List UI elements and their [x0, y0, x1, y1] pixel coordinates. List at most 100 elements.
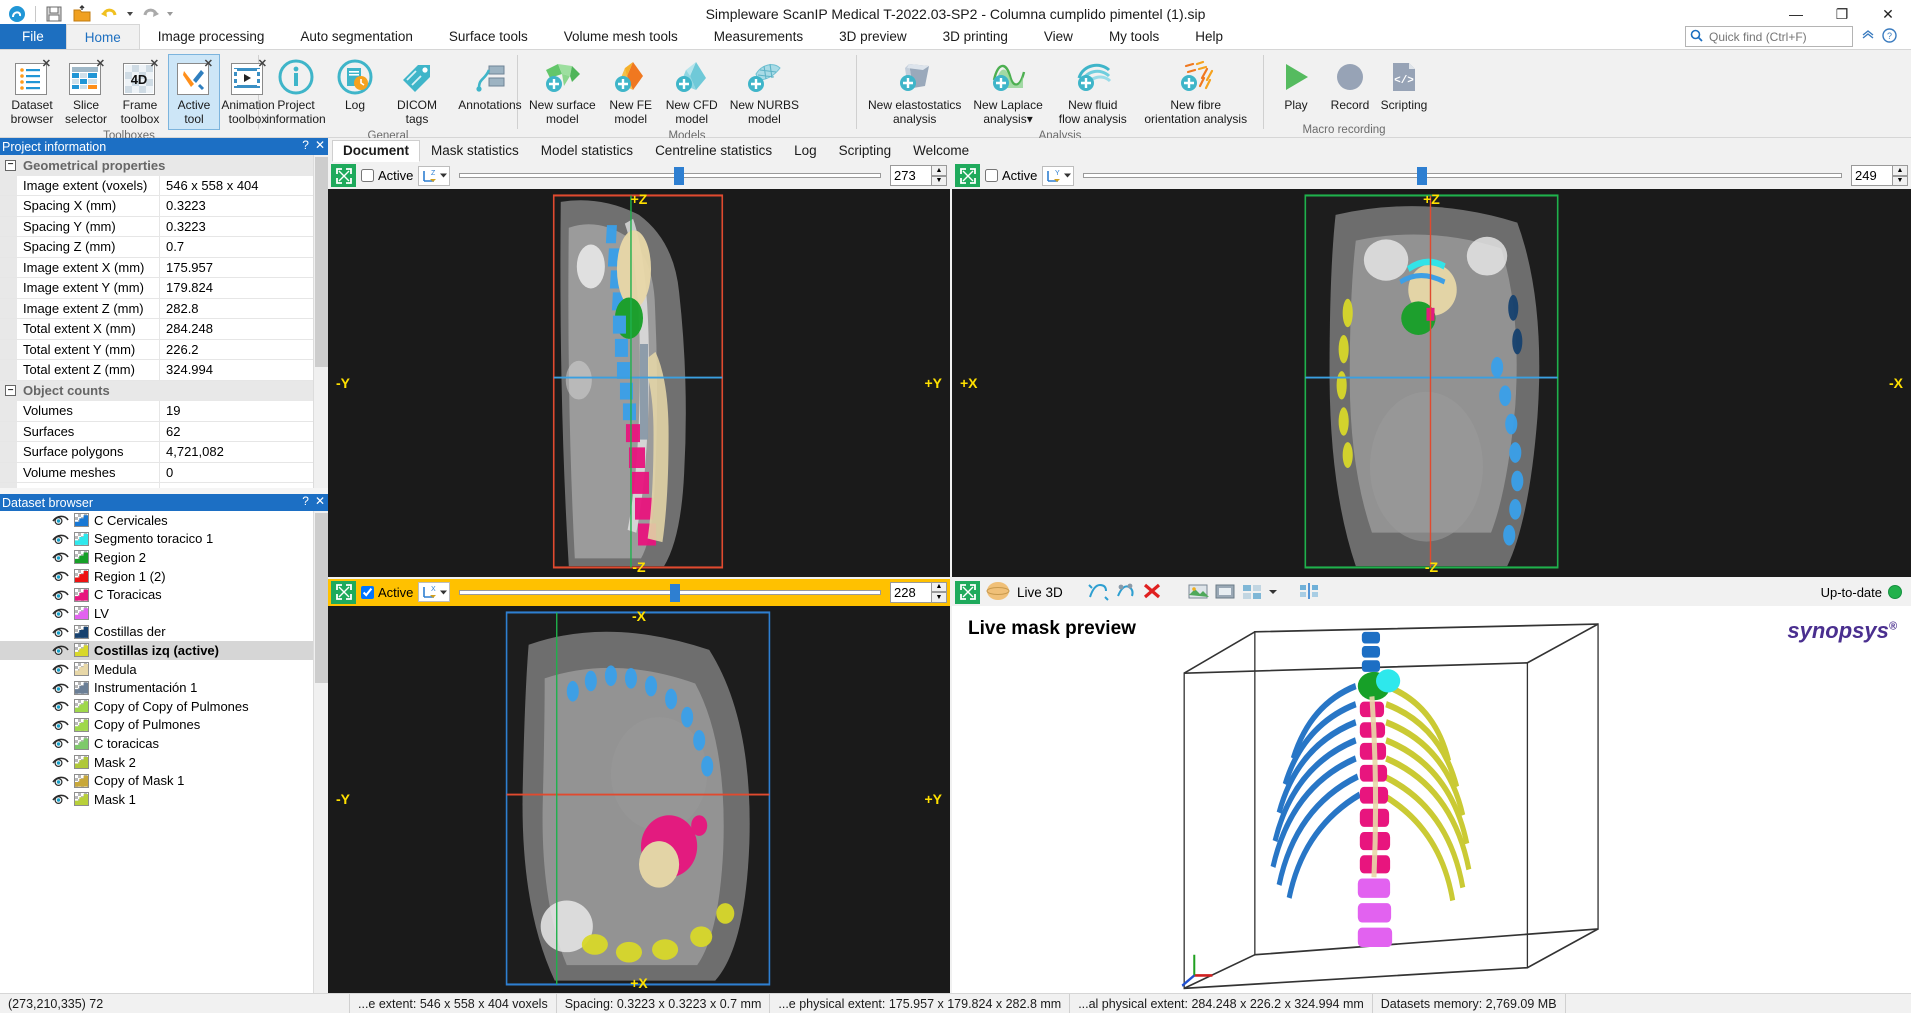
visibility-eye-icon[interactable] — [52, 756, 69, 768]
visibility-eye-icon[interactable] — [52, 682, 69, 694]
align-icon[interactable] — [1298, 581, 1320, 604]
record-button[interactable]: Record — [1324, 54, 1376, 116]
mask-color-swatch[interactable] — [74, 643, 89, 658]
close-icon[interactable]: ✕ — [96, 59, 105, 70]
spinner-down[interactable]: ▼ — [1893, 175, 1908, 186]
list-item[interactable]: C toracicas — [0, 734, 328, 753]
mask-color-swatch[interactable] — [74, 773, 89, 788]
sagittal-viewport[interactable]: Active X ▲ ▼ — [328, 578, 950, 993]
panel-help-button[interactable]: ? — [302, 494, 309, 508]
project-information-scrollbar[interactable] — [313, 155, 328, 488]
ribbon-tab-3d-printing[interactable]: 3D printing — [925, 24, 1026, 49]
visibility-eye-icon[interactable] — [52, 589, 69, 601]
tab-document[interactable]: Document — [332, 140, 421, 162]
dataset-browser-list[interactable]: C Cervicales Segmento toracico 1 Region 2 R… — [0, 511, 328, 993]
close-icon[interactable]: ✕ — [150, 59, 159, 70]
axial-slice-slider[interactable] — [1083, 167, 1842, 185]
mask-color-swatch[interactable] — [74, 513, 89, 528]
list-item[interactable]: Medula — [0, 660, 328, 679]
row-value[interactable]: 62 — [160, 422, 328, 442]
new-fe-model-button[interactable]: New FE model — [603, 54, 659, 130]
app-logo-icon[interactable] — [4, 2, 30, 26]
redo-dropdown-icon[interactable] — [165, 2, 175, 26]
visibility-eye-icon[interactable] — [52, 626, 69, 638]
ribbon-tab-measurements[interactable]: Measurements — [696, 24, 821, 49]
clear-preview-icon[interactable] — [1141, 581, 1163, 604]
spinner-up[interactable]: ▲ — [932, 165, 947, 176]
row-value[interactable]: 546 x 558 x 404 — [160, 176, 328, 196]
annotations-button[interactable]: Annotations — [453, 54, 527, 116]
new-elastostatics-analysis-button[interactable]: New elastostatics analysis — [863, 54, 966, 130]
group-geometrical-properties[interactable]: − Geometrical properties — [0, 155, 328, 176]
mask-color-swatch[interactable] — [74, 569, 89, 584]
axial-canvas[interactable]: +Z -Z +X -X — [952, 189, 1911, 577]
list-item[interactable]: C Toracicas — [0, 585, 328, 604]
row-value[interactable]: 4,721,082 — [160, 442, 328, 462]
row-value[interactable]: 0.3223 — [160, 217, 328, 237]
redo-icon[interactable] — [137, 2, 163, 26]
group-object-counts[interactable]: − Object counts — [0, 380, 328, 401]
coronal-active-checkbox[interactable]: Active — [361, 168, 413, 183]
slice-selector-button[interactable]: ✕ Slice selector — [60, 54, 112, 130]
spinner-up[interactable]: ▲ — [1893, 165, 1908, 176]
mask-preview-toggle-icon[interactable] — [1087, 581, 1109, 604]
tab-centreline-statistics[interactable]: Centreline statistics — [644, 140, 783, 162]
live-3d-viewport[interactable]: Live 3D Up-to-date Live mask preview syn… — [952, 578, 1911, 993]
coronal-slice-slider[interactable] — [459, 167, 881, 185]
settings-grid-icon[interactable] — [1241, 581, 1263, 604]
scripting-button[interactable]: </> Scripting — [1378, 54, 1430, 116]
axial-viewport[interactable]: Active Y ▲ ▼ — [952, 162, 1911, 577]
spinner-up[interactable]: ▲ — [932, 581, 947, 592]
axial-slice-spinner[interactable]: ▲ ▼ — [1851, 165, 1908, 186]
row-value[interactable]: 324.994 — [160, 360, 328, 380]
list-item[interactable]: Region 2 — [0, 548, 328, 567]
undo-icon[interactable] — [97, 2, 123, 26]
new-laplace-analysis-button[interactable]: New Laplace analysis▾ — [968, 54, 1047, 130]
dicom-tags-button[interactable]: DICOM tags — [383, 54, 451, 130]
mask-color-swatch[interactable] — [74, 624, 89, 639]
tab-scripting[interactable]: Scripting — [828, 140, 903, 162]
slider-handle[interactable] — [1417, 167, 1428, 185]
close-icon[interactable]: ✕ — [204, 59, 213, 70]
ribbon-tab-my-tools[interactable]: My tools — [1091, 24, 1177, 49]
visibility-eye-icon[interactable] — [52, 570, 69, 582]
mask-color-swatch[interactable] — [74, 736, 89, 751]
row-value[interactable]: 282.8 — [160, 299, 328, 319]
sagittal-slice-slider[interactable] — [459, 583, 881, 602]
live-3d-canvas[interactable]: Live mask preview synopsys® — [952, 605, 1911, 993]
collapse-icon[interactable]: − — [5, 385, 16, 397]
visibility-eye-icon[interactable] — [52, 737, 69, 749]
movie-icon[interactable] — [1214, 581, 1236, 604]
list-item[interactable]: Costillas der — [0, 623, 328, 642]
list-item[interactable]: Instrumentación 1 — [0, 678, 328, 697]
visibility-eye-icon[interactable] — [52, 533, 69, 545]
live-3d-toggle[interactable]: Live 3D — [985, 581, 1063, 604]
dataset-browser-scrollbar[interactable] — [313, 511, 328, 993]
list-item[interactable]: C Cervicales — [0, 511, 328, 530]
row-value[interactable]: 284.248 — [160, 319, 328, 339]
mask-color-swatch[interactable] — [74, 755, 89, 770]
ribbon-tab-3d-preview[interactable]: 3D preview — [821, 24, 925, 49]
row-value[interactable]: 179.824 — [160, 278, 328, 298]
row-value[interactable]: 19 — [160, 401, 328, 421]
frame-toolbox-button[interactable]: 4D ✕ Frame toolbox — [114, 54, 166, 130]
mask-color-swatch[interactable] — [74, 680, 89, 695]
list-item[interactable]: Region 1 (2) — [0, 567, 328, 586]
help-icon[interactable]: ? — [1882, 28, 1897, 46]
collapse-ribbon-icon[interactable] — [1861, 28, 1875, 43]
row-value[interactable]: 226.2 — [160, 340, 328, 360]
active-tool-button[interactable]: ✕ Active tool — [168, 54, 220, 130]
quick-find-input[interactable] — [1707, 28, 1837, 45]
expand-icon[interactable] — [331, 580, 356, 604]
tab-welcome[interactable]: Welcome — [902, 140, 980, 162]
spinner-down[interactable]: ▼ — [932, 592, 947, 603]
expand-icon[interactable] — [955, 164, 980, 187]
visibility-eye-icon[interactable] — [52, 700, 69, 712]
panel-help-button[interactable]: ? — [302, 138, 309, 152]
mask-color-swatch[interactable] — [74, 792, 89, 807]
mask-color-swatch[interactable] — [74, 717, 89, 732]
open-icon[interactable] — [69, 2, 95, 26]
slider-handle[interactable] — [674, 167, 685, 185]
list-item[interactable]: Costillas izq (active) — [0, 641, 328, 660]
tab-model-statistics[interactable]: Model statistics — [530, 140, 644, 162]
